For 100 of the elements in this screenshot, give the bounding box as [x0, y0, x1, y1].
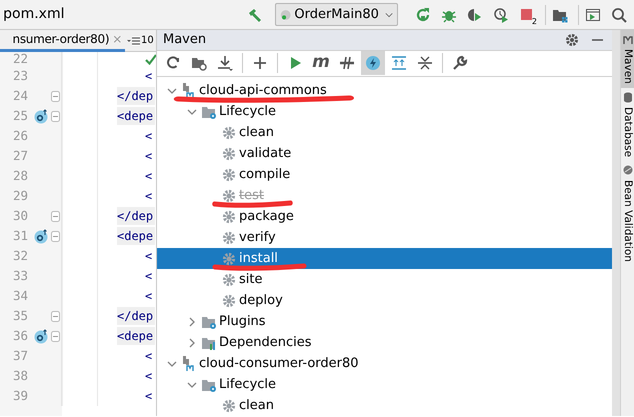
show-dependencies-icon[interactable] [391, 55, 407, 72]
line-number: 39 [12, 386, 29, 405]
code-text: <depe [117, 327, 156, 345]
maven-icon [622, 34, 632, 45]
tree-item[interactable]: validate [157, 143, 612, 164]
fold-icon[interactable] [50, 90, 60, 102]
code-text: <depe [117, 107, 156, 125]
tool-window-tab[interactable]: Bean Validation [621, 160, 634, 266]
run-configuration-dropdown[interactable]: OrderMain80 [275, 3, 398, 26]
tree-item[interactable]: install [157, 248, 612, 269]
gear-icon [221, 272, 237, 288]
line-number: 25 [12, 106, 29, 125]
line-number: 27 [12, 146, 29, 165]
rerun-icon[interactable] [415, 6, 431, 22]
tree-item[interactable]: Dependencies [157, 332, 612, 353]
line-number: 31 [12, 226, 29, 245]
lightning-icon[interactable] [365, 55, 381, 72]
folder-icon[interactable] [191, 55, 207, 72]
tree-item[interactable]: Lifecycle [157, 101, 612, 122]
tree-item[interactable]: cloud-api-commons [157, 80, 612, 101]
maven-goal-button[interactable]: m [309, 51, 333, 76]
code-text: < [145, 288, 152, 305]
stop-count: 2 [532, 18, 537, 26]
terminal-icon[interactable] [585, 6, 601, 22]
configuration-icon [280, 8, 292, 22]
tree-item[interactable]: site [157, 269, 612, 290]
code-text: < [145, 68, 152, 85]
line-number: 34 [12, 286, 29, 305]
fold-icon[interactable] [50, 310, 60, 322]
line-number: 38 [12, 366, 29, 385]
collapse-all-icon[interactable] [417, 55, 433, 72]
gear-icon [221, 124, 237, 140]
reload-icon[interactable] [165, 55, 181, 72]
code-text: < [145, 128, 152, 145]
coverage-icon[interactable] [467, 6, 483, 22]
tree-item[interactable]: Lifecycle [157, 374, 612, 395]
add-icon[interactable] [252, 55, 268, 72]
line-number: 33 [12, 266, 29, 285]
gear-icon [221, 208, 237, 224]
line-number: 22 [12, 52, 29, 68]
fold-icon[interactable] [50, 230, 60, 242]
line-number: 37 [12, 346, 29, 365]
line-number: 35 [12, 306, 29, 325]
code-text: </dep [117, 207, 156, 225]
fold-icon[interactable] [50, 330, 60, 342]
gear-icon [221, 166, 237, 182]
fold-icon[interactable] [50, 210, 60, 222]
tree-item[interactable]: cloud-consumer-order80 [157, 353, 612, 374]
bean-icon [622, 164, 632, 176]
tree-item[interactable]: Plugins [157, 311, 612, 332]
tree-item[interactable]: verify [157, 227, 612, 248]
code-text: < [145, 268, 152, 285]
tree-item[interactable]: compile [157, 164, 612, 185]
stop-icon[interactable] [519, 6, 535, 22]
line-number: 32 [12, 246, 29, 265]
code-text: < [145, 188, 152, 205]
settings-icon[interactable] [565, 32, 579, 47]
list-icon [127, 36, 140, 46]
line-number: 29 [12, 186, 29, 205]
check-icon [145, 54, 156, 64]
code-text: < [145, 148, 152, 165]
gear-icon [221, 292, 237, 308]
override-icon[interactable] [34, 228, 48, 244]
line-number: 36 [12, 326, 29, 345]
tool-window-tab[interactable]: Maven [621, 30, 634, 88]
tree-item[interactable]: clean [157, 395, 612, 416]
line-number: 26 [12, 126, 29, 145]
code-text: < [145, 388, 152, 405]
tree-item[interactable]: clean [157, 122, 612, 143]
code-text: </dep [117, 307, 156, 325]
tree-item[interactable]: package [157, 206, 612, 227]
skip-tests-icon[interactable] [339, 55, 355, 72]
panel-title: Maven [163, 31, 206, 49]
fold-icon[interactable] [50, 110, 60, 122]
scrollbar[interactable] [612, 30, 620, 416]
file-name[interactable]: pom.xml [0, 4, 64, 25]
profiler-icon[interactable] [493, 6, 509, 22]
hammer-icon[interactable] [246, 6, 262, 22]
line-number: 24 [12, 86, 29, 105]
gear-icon [221, 230, 237, 246]
wrench-icon[interactable] [452, 55, 468, 72]
override-icon[interactable] [34, 328, 48, 344]
search-icon[interactable] [611, 6, 627, 22]
code-text: </dep [117, 87, 156, 105]
tab-list-button[interactable]: 10 [125, 33, 154, 48]
download-icon[interactable] [217, 55, 233, 72]
gear-icon [221, 146, 237, 162]
code-text: < [145, 348, 152, 365]
database-icon [622, 92, 632, 103]
gear-icon [221, 250, 237, 266]
tree-item[interactable]: deploy [157, 290, 612, 311]
code-text: <depe [117, 227, 156, 245]
code-text: < [145, 168, 152, 185]
gear-icon [221, 398, 237, 414]
line-number: 23 [12, 66, 29, 85]
line-number: 28 [12, 166, 29, 185]
line-number: 30 [12, 206, 29, 225]
tool-window-tab[interactable]: Database [621, 88, 634, 161]
override-icon[interactable] [34, 108, 48, 124]
code-text: < [145, 248, 152, 265]
